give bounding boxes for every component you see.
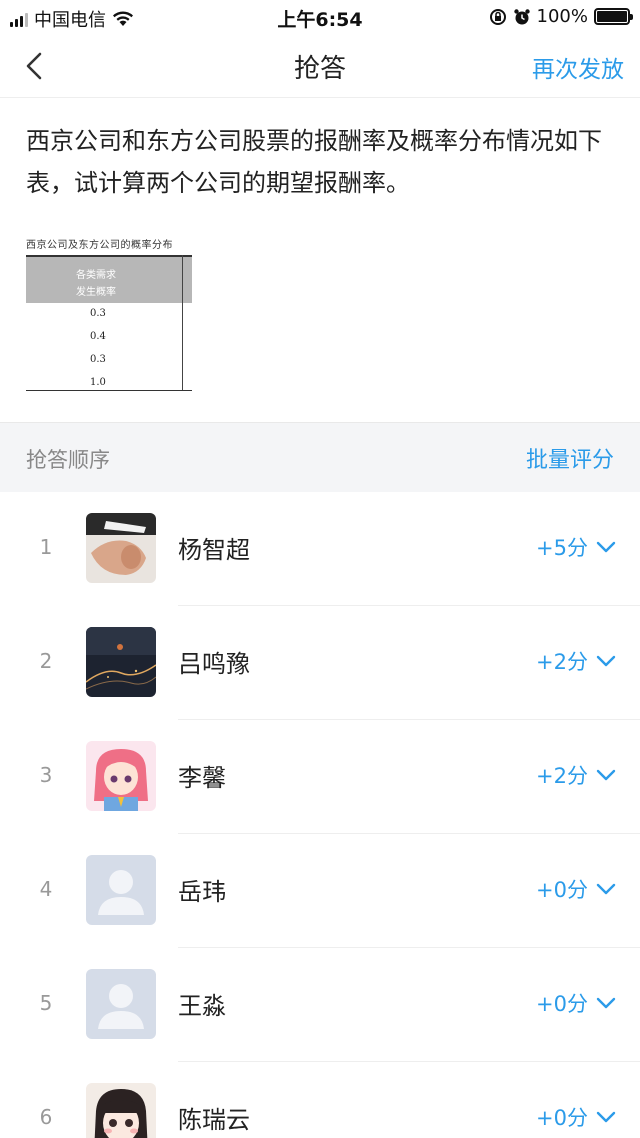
- reissue-button[interactable]: 再次发放: [532, 50, 624, 84]
- list-item[interactable]: 3 李馨 +2分: [0, 720, 640, 834]
- chevron-down-icon: [596, 541, 616, 553]
- table-header-line1: 各类需求: [76, 270, 116, 281]
- list-item[interactable]: 2 吕鸣豫 +2分: [0, 606, 640, 720]
- table-cell: 0.3: [90, 308, 106, 319]
- status-right: 100%: [489, 6, 633, 27]
- table-vertical-line: [182, 255, 183, 391]
- rotation-lock-icon: [489, 8, 506, 25]
- table-cell: 0.4: [90, 331, 106, 342]
- section-title: 抢答顺序: [26, 448, 110, 472]
- table-header-line2: 发生概率: [76, 287, 116, 298]
- rank-number: 4: [39, 877, 53, 901]
- avatar: [86, 1083, 156, 1138]
- score-dropdown[interactable]: +2分: [536, 646, 616, 676]
- avatar: [86, 627, 156, 697]
- table-caption: 西京公司及东方公司的概率分布: [26, 240, 173, 251]
- rank-number: 3: [39, 763, 53, 787]
- student-name: 吕鸣豫: [178, 650, 250, 678]
- score-value: +0分: [536, 1106, 588, 1130]
- score-value: +2分: [536, 650, 588, 674]
- avatar: [86, 741, 156, 811]
- student-name: 岳玮: [178, 878, 226, 906]
- question-table-image[interactable]: 西京公司及东方公司的概率分布 各类需求 发生概率 0.3 0.4 0.3 1.0: [26, 236, 194, 396]
- score-value: +0分: [536, 878, 588, 902]
- default-avatar-icon: [86, 969, 156, 1039]
- battery-percent: 100%: [536, 6, 588, 27]
- section-header: 抢答顺序 批量评分: [0, 422, 640, 492]
- list-item[interactable]: 5 王淼 +0分: [0, 948, 640, 1062]
- student-name: 杨智超: [178, 536, 250, 564]
- student-name: 陈瑞云: [178, 1106, 250, 1134]
- score-value: +0分: [536, 992, 588, 1016]
- table-header: 各类需求 发生概率: [26, 255, 192, 303]
- back-button[interactable]: [18, 48, 54, 84]
- score-value: +5分: [536, 536, 588, 560]
- table-cell: 0.3: [90, 354, 106, 365]
- rank-number: 2: [39, 649, 53, 673]
- score-dropdown[interactable]: +0分: [536, 988, 616, 1018]
- chevron-down-icon: [596, 997, 616, 1009]
- battery-icon: [594, 8, 633, 25]
- rank-number: 5: [39, 991, 53, 1015]
- question-text: 西京公司和东方公司股票的报酬率及概率分布情况如下表，试计算两个公司的期望报酬率。: [26, 127, 602, 197]
- nav-bar: 抢答 再次发放: [0, 34, 640, 98]
- avatar: [86, 513, 156, 583]
- rank-number: 1: [39, 535, 53, 559]
- chevron-down-icon: [596, 883, 616, 895]
- score-dropdown[interactable]: +0分: [536, 1102, 616, 1132]
- default-avatar-icon: [86, 855, 156, 925]
- score-dropdown[interactable]: +5分: [536, 532, 616, 562]
- student-name: 李馨: [178, 764, 226, 792]
- list-item[interactable]: 1 杨智超 +5分: [0, 492, 640, 606]
- rank-number: 6: [39, 1105, 53, 1129]
- alarm-icon: [513, 8, 530, 24]
- score-value: +2分: [536, 764, 588, 788]
- list-item[interactable]: 4 岳玮 +0分: [0, 834, 640, 948]
- table-cell: 1.0: [90, 377, 106, 388]
- status-bar: 中国电信 上午6:54 100%: [0, 0, 640, 34]
- table-bottom-line: [26, 390, 192, 391]
- batch-score-button[interactable]: 批量评分: [526, 442, 614, 474]
- chevron-down-icon: [596, 769, 616, 781]
- chevron-down-icon: [596, 655, 616, 667]
- score-dropdown[interactable]: +0分: [536, 874, 616, 904]
- student-name: 王淼: [178, 992, 226, 1020]
- score-dropdown[interactable]: +2分: [536, 760, 616, 790]
- list-item[interactable]: 6 陈瑞云 +0分: [0, 1062, 640, 1138]
- chevron-down-icon: [596, 1111, 616, 1123]
- answer-list: 1 杨智超 +5分 2 吕鸣豫 +2分 3 李馨 +2分 4 岳玮 +0分 5 …: [0, 492, 640, 1138]
- chevron-left-icon: [26, 52, 42, 80]
